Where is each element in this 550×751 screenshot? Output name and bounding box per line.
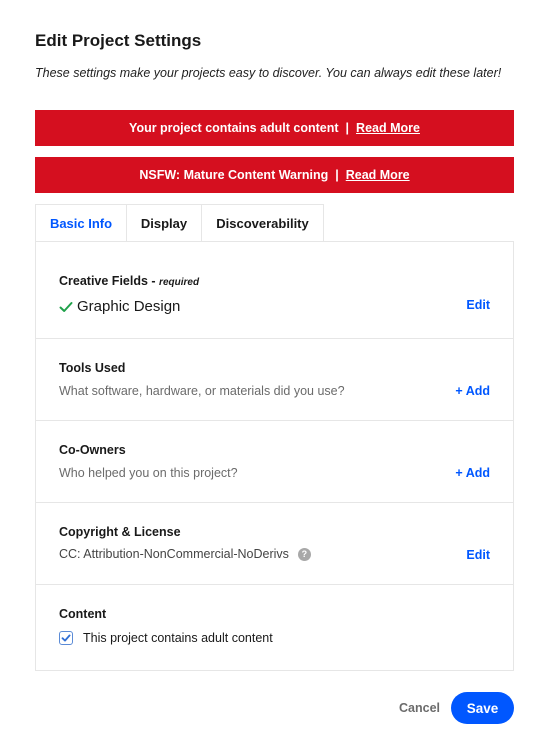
creative-field-text: Graphic Design bbox=[77, 298, 181, 315]
help-icon[interactable]: ? bbox=[297, 547, 311, 561]
creative-fields-section: Creative Fields - required Graphic Desig… bbox=[36, 242, 513, 339]
read-more-link[interactable]: Read More bbox=[346, 168, 410, 182]
banner-separator: | bbox=[345, 121, 350, 135]
adult-content-banner: Your project contains adult content | Re… bbox=[35, 110, 514, 146]
adult-content-checkbox-label[interactable]: This project contains adult content bbox=[83, 631, 273, 645]
tab-basic-info[interactable]: Basic Info bbox=[35, 204, 127, 242]
co-owners-label: Co-Owners bbox=[59, 443, 126, 457]
checkbox-check-icon bbox=[61, 634, 71, 642]
license-text: CC: Attribution-NonCommercial-NoDerivs bbox=[59, 547, 289, 561]
save-button[interactable]: Save bbox=[451, 692, 514, 724]
read-more-link[interactable]: Read More bbox=[356, 121, 420, 135]
nsfw-warning-banner: NSFW: Mature Content Warning | Read More bbox=[35, 157, 514, 193]
edit-creative-fields-button[interactable]: Edit bbox=[466, 298, 490, 312]
dialog-title: Edit Project Settings bbox=[35, 31, 202, 50]
adult-content-checkbox[interactable] bbox=[59, 631, 73, 645]
creative-field-value: Graphic Design bbox=[59, 298, 180, 315]
adult-content-checkbox-row: This project contains adult content bbox=[59, 631, 273, 645]
settings-tabs: Basic Info Display Discoverability bbox=[35, 204, 324, 242]
content-section: Content This project contains adult cont… bbox=[36, 585, 513, 671]
tab-discoverability[interactable]: Discoverability bbox=[201, 204, 324, 242]
required-prefix: - bbox=[147, 274, 160, 288]
required-indicator: required bbox=[159, 277, 200, 288]
license-value: CC: Attribution-NonCommercial-NoDerivs ? bbox=[59, 547, 311, 561]
cancel-button[interactable]: Cancel bbox=[399, 701, 440, 715]
content-label: Content bbox=[59, 607, 107, 621]
co-owners-section: Co-Owners Who helped you on this project… bbox=[36, 421, 513, 503]
checkmark-icon bbox=[59, 301, 73, 312]
tools-used-label: Tools Used bbox=[59, 361, 126, 375]
add-tools-button[interactable]: + Add bbox=[455, 384, 490, 398]
basic-info-panel: Creative Fields - required Graphic Desig… bbox=[35, 241, 514, 671]
copyright-label: Copyright & License bbox=[59, 525, 181, 539]
tools-used-section: Tools Used What software, hardware, or m… bbox=[36, 339, 513, 421]
copyright-section: Copyright & License CC: Attribution-NonC… bbox=[36, 503, 513, 585]
creative-fields-label: Creative Fields - required bbox=[59, 274, 200, 288]
banner-separator: | bbox=[335, 168, 339, 182]
tab-display[interactable]: Display bbox=[126, 204, 202, 242]
dialog-subtitle: These settings make your projects easy t… bbox=[35, 66, 502, 80]
add-co-owner-button[interactable]: + Add bbox=[455, 466, 490, 480]
co-owners-hint: Who helped you on this project? bbox=[59, 466, 238, 480]
banner-text: Your project contains adult content bbox=[129, 121, 339, 135]
banner-text: NSFW: Mature Content Warning bbox=[139, 168, 329, 182]
edit-license-button[interactable]: Edit bbox=[466, 548, 490, 562]
tools-used-hint: What software, hardware, or materials di… bbox=[59, 384, 345, 398]
